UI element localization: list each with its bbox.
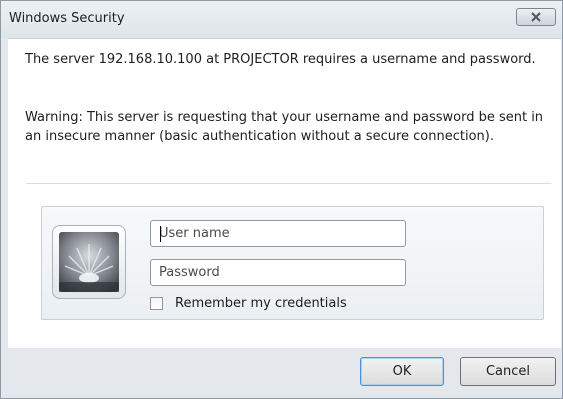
username-field[interactable] — [150, 220, 406, 247]
server-message: The server 192.168.10.100 at PROJECTOR r… — [25, 52, 536, 67]
windows-security-dialog: Windows Security The server 192.168.10.1… — [0, 0, 563, 399]
cancel-button[interactable]: Cancel — [460, 357, 556, 386]
credential-tile: Remember my credentials — [41, 206, 544, 320]
user-tile-icon — [52, 225, 126, 299]
dialog-title: Windows Security — [9, 11, 125, 26]
remember-checkbox[interactable] — [150, 296, 163, 310]
dialog-body: The server 192.168.10.100 at PROJECTOR r… — [8, 38, 561, 348]
remember-label: Remember my credentials — [175, 295, 347, 311]
remember-credentials[interactable]: Remember my credentials — [150, 294, 347, 312]
divider — [26, 183, 551, 184]
password-field[interactable] — [150, 259, 406, 286]
warning-message: Warning: This server is requesting that … — [25, 110, 544, 144]
text-caret — [160, 226, 161, 242]
title-bar[interactable]: Windows Security — [1, 1, 562, 38]
username-input[interactable] — [151, 221, 405, 246]
close-icon — [531, 12, 541, 22]
ok-button[interactable]: OK — [360, 357, 444, 386]
password-input[interactable] — [151, 260, 405, 285]
close-button[interactable] — [516, 8, 556, 26]
